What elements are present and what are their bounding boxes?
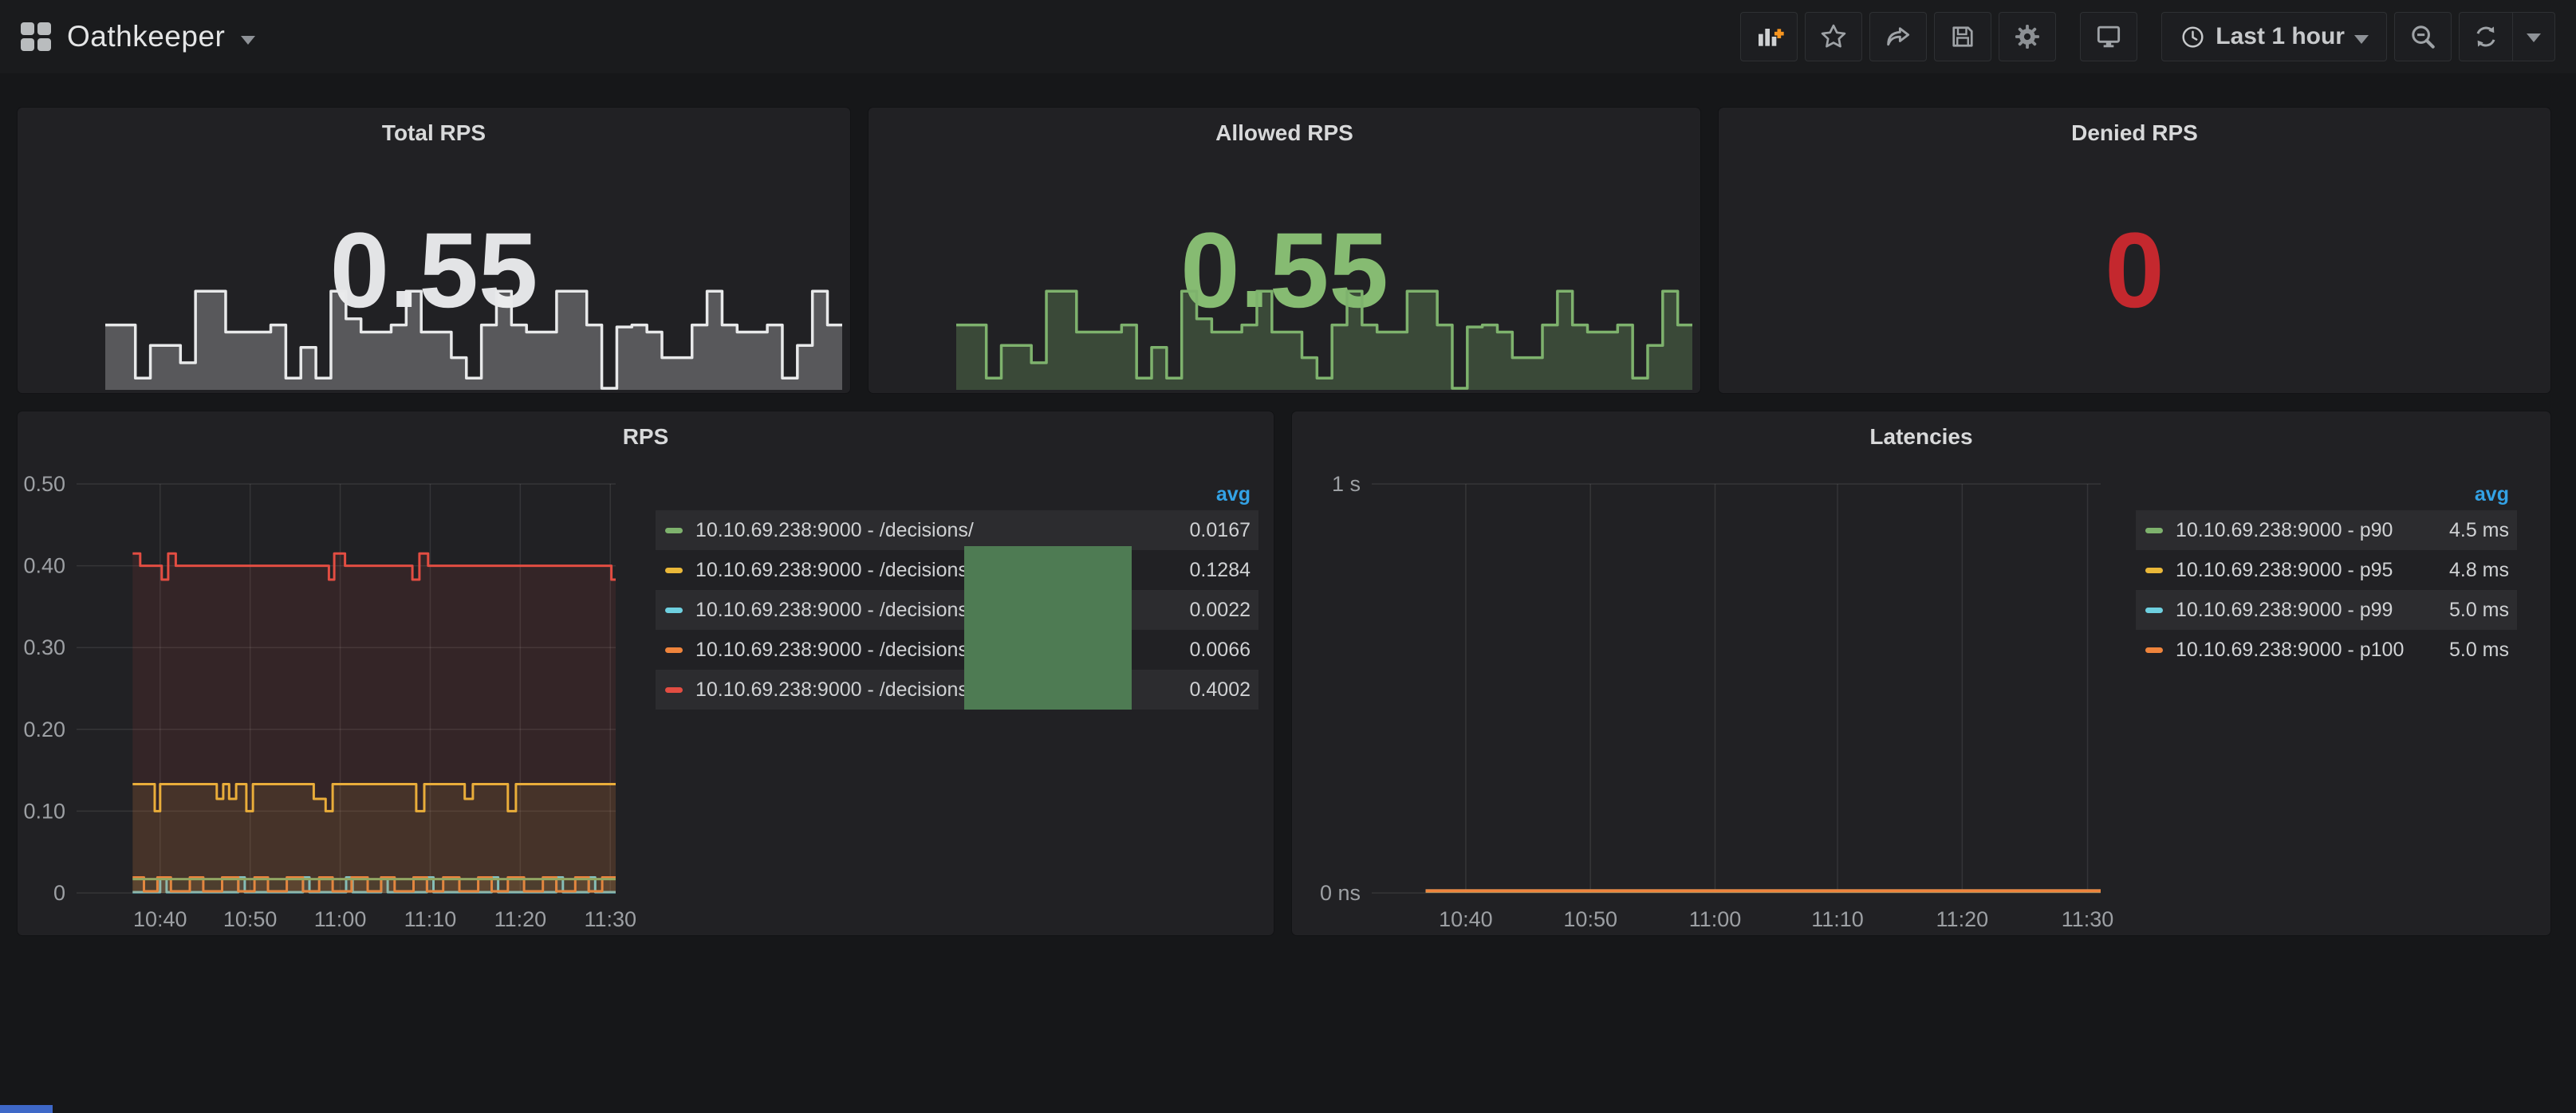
refresh-interval-dropdown[interactable] (2512, 13, 2554, 61)
share-icon (1883, 22, 1913, 52)
refresh-button-group (2459, 12, 2555, 61)
series-name[interactable]: 10.10.69.238:9000 - p95 (2176, 559, 2449, 582)
series-name[interactable]: 10.10.69.238:9000 - p90 (2176, 519, 2449, 542)
legend-row: 10.10.69.238:9000 - p995.0 ms (2136, 590, 2517, 630)
refresh-interval-caret-icon (2527, 33, 2541, 42)
svg-text:11:30: 11:30 (2062, 907, 2114, 931)
latencies-legend: avg 10.10.69.238:9000 - p904.5 ms10.10.6… (2136, 478, 2517, 670)
svg-text:0.20: 0.20 (23, 718, 65, 741)
cycle-view-mode-button[interactable] (2080, 12, 2137, 61)
gear-icon (2012, 22, 2042, 52)
legend-row: 10.10.69.238:9000 - /decisions/0.1284 (656, 550, 1258, 590)
series-name[interactable]: 10.10.69.238:9000 - p99 (2176, 599, 2449, 622)
svg-text:10:40: 10:40 (133, 907, 187, 931)
panel-rps-graph: RPS 10:4010:5011:0011:1011:2011:300.500.… (17, 411, 1274, 936)
series-color-swatch-icon[interactable] (2145, 528, 2163, 533)
panel-total-rps: Total RPS 0.55 (17, 107, 851, 394)
monitor-icon (2093, 22, 2124, 52)
add-panel-icon (1753, 21, 1785, 53)
legend-avg-header[interactable]: avg (2136, 478, 2517, 510)
series-avg-value: 0.0022 (1190, 599, 1251, 622)
svg-text:0: 0 (53, 881, 65, 905)
svg-text:0.30: 0.30 (23, 635, 65, 659)
sparkline (956, 281, 1693, 390)
panel-title[interactable]: Allowed RPS (869, 120, 1700, 146)
clock-icon (2180, 24, 2206, 50)
stat-value: 0 (1719, 218, 2550, 324)
dashboards-grid-icon[interactable] (21, 22, 51, 51)
series-avg-value: 5.0 ms (2449, 639, 2509, 662)
panel-denied-rps: Denied RPS 0 (1718, 107, 2551, 394)
series-color-swatch-icon[interactable] (665, 608, 683, 613)
sparkline (105, 281, 842, 390)
partial-panel-edge (0, 1105, 53, 1113)
svg-text:11:20: 11:20 (494, 907, 547, 931)
latencies-chart-plot[interactable]: 10:40 10:50 11:00 11:10 11:20 11:30 1 s 0 ns (1292, 411, 2121, 937)
svg-text:0 ns: 0 ns (1320, 881, 1361, 905)
refresh-button[interactable] (2460, 13, 2512, 61)
star-icon (1818, 22, 1849, 52)
time-picker-button[interactable]: Last 1 hour (2161, 12, 2387, 61)
refresh-icon (2472, 22, 2500, 51)
series-color-swatch-icon[interactable] (2145, 608, 2163, 613)
legend-row: 10.10.69.238:9000 - /decisions/0.0167 (656, 510, 1258, 550)
svg-text:10:50: 10:50 (223, 907, 278, 931)
svg-text:0.50: 0.50 (23, 472, 65, 496)
series-color-swatch-icon[interactable] (2145, 568, 2163, 573)
legend-row: 10.10.69.238:9000 - /decisions/0.0022 (656, 590, 1258, 630)
series-color-swatch-icon[interactable] (2145, 647, 2163, 653)
svg-text:10:40: 10:40 (1439, 907, 1493, 931)
svg-text:0.10: 0.10 (23, 799, 65, 823)
svg-text:11:20: 11:20 (1936, 907, 1989, 931)
series-avg-value: 4.5 ms (2449, 519, 2509, 542)
share-button[interactable] (1869, 12, 1927, 61)
svg-text:0.40: 0.40 (23, 554, 65, 578)
series-avg-value: 0.0066 (1190, 639, 1251, 662)
legend-row: 10.10.69.238:9000 - p954.8 ms (2136, 550, 2517, 590)
series-color-swatch-icon[interactable] (665, 647, 683, 653)
time-range-label: Last 1 hour (2216, 23, 2345, 50)
add-panel-button[interactable] (1740, 12, 1798, 61)
series-avg-value: 0.1284 (1190, 559, 1251, 582)
series-color-swatch-icon[interactable] (665, 528, 683, 533)
save-button[interactable] (1934, 12, 1991, 61)
zoom-out-icon (2408, 22, 2438, 52)
series-avg-value: 0.4002 (1190, 678, 1251, 702)
legend-row: 10.10.69.238:9000 - /decisions/0.0066 (656, 630, 1258, 670)
svg-text:1 s: 1 s (1332, 472, 1361, 496)
legend-row: 10.10.69.238:9000 - /decisions/0.4002 (656, 670, 1258, 710)
series-avg-value: 0.0167 (1190, 519, 1251, 542)
svg-text:11:00: 11:00 (314, 907, 367, 931)
green-overlay-artifact (964, 546, 1132, 710)
series-avg-value: 4.8 ms (2449, 559, 2509, 582)
rps-legend: avg 10.10.69.238:9000 - /decisions/0.016… (656, 478, 1258, 710)
panel-allowed-rps: Allowed RPS 0.55 (868, 107, 1701, 394)
svg-text:11:10: 11:10 (1811, 907, 1864, 931)
legend-row: 10.10.69.238:9000 - p904.5 ms (2136, 510, 2517, 550)
series-color-swatch-icon[interactable] (665, 687, 683, 693)
star-button[interactable] (1805, 12, 1862, 61)
panel-latencies-graph: Latencies 10:4010:5011:0011:1011:2011:30… (1291, 411, 2551, 936)
zoom-out-button[interactable] (2394, 12, 2452, 61)
rps-chart-plot[interactable]: 10:40 10:50 11:00 11:10 11:20 11:30 0.50 0.40 0.… (18, 411, 640, 937)
settings-button[interactable] (1999, 12, 2056, 61)
series-name[interactable]: 10.10.69.238:9000 - /decisions/ (695, 519, 1190, 542)
svg-text:11:30: 11:30 (584, 907, 636, 931)
grafana-dashboard: Oathkeeper (0, 0, 2576, 1113)
svg-text:10:50: 10:50 (1563, 907, 1617, 931)
panel-title[interactable]: Denied RPS (1719, 120, 2550, 146)
series-color-swatch-icon[interactable] (665, 568, 683, 573)
dashboard-title-caret-icon[interactable] (241, 36, 255, 45)
series-name[interactable]: 10.10.69.238:9000 - p100 (2176, 639, 2449, 662)
time-picker-caret-icon (2354, 35, 2369, 44)
panel-title[interactable]: Total RPS (18, 120, 850, 146)
svg-text:11:10: 11:10 (404, 907, 457, 931)
legend-row: 10.10.69.238:9000 - p1005.0 ms (2136, 630, 2517, 670)
svg-text:11:00: 11:00 (1689, 907, 1742, 931)
navbar: Oathkeeper (0, 0, 2576, 73)
legend-avg-header[interactable]: avg (656, 478, 1258, 510)
save-icon (1948, 22, 1977, 51)
series-avg-value: 5.0 ms (2449, 599, 2509, 622)
dashboard-title[interactable]: Oathkeeper (67, 20, 225, 53)
